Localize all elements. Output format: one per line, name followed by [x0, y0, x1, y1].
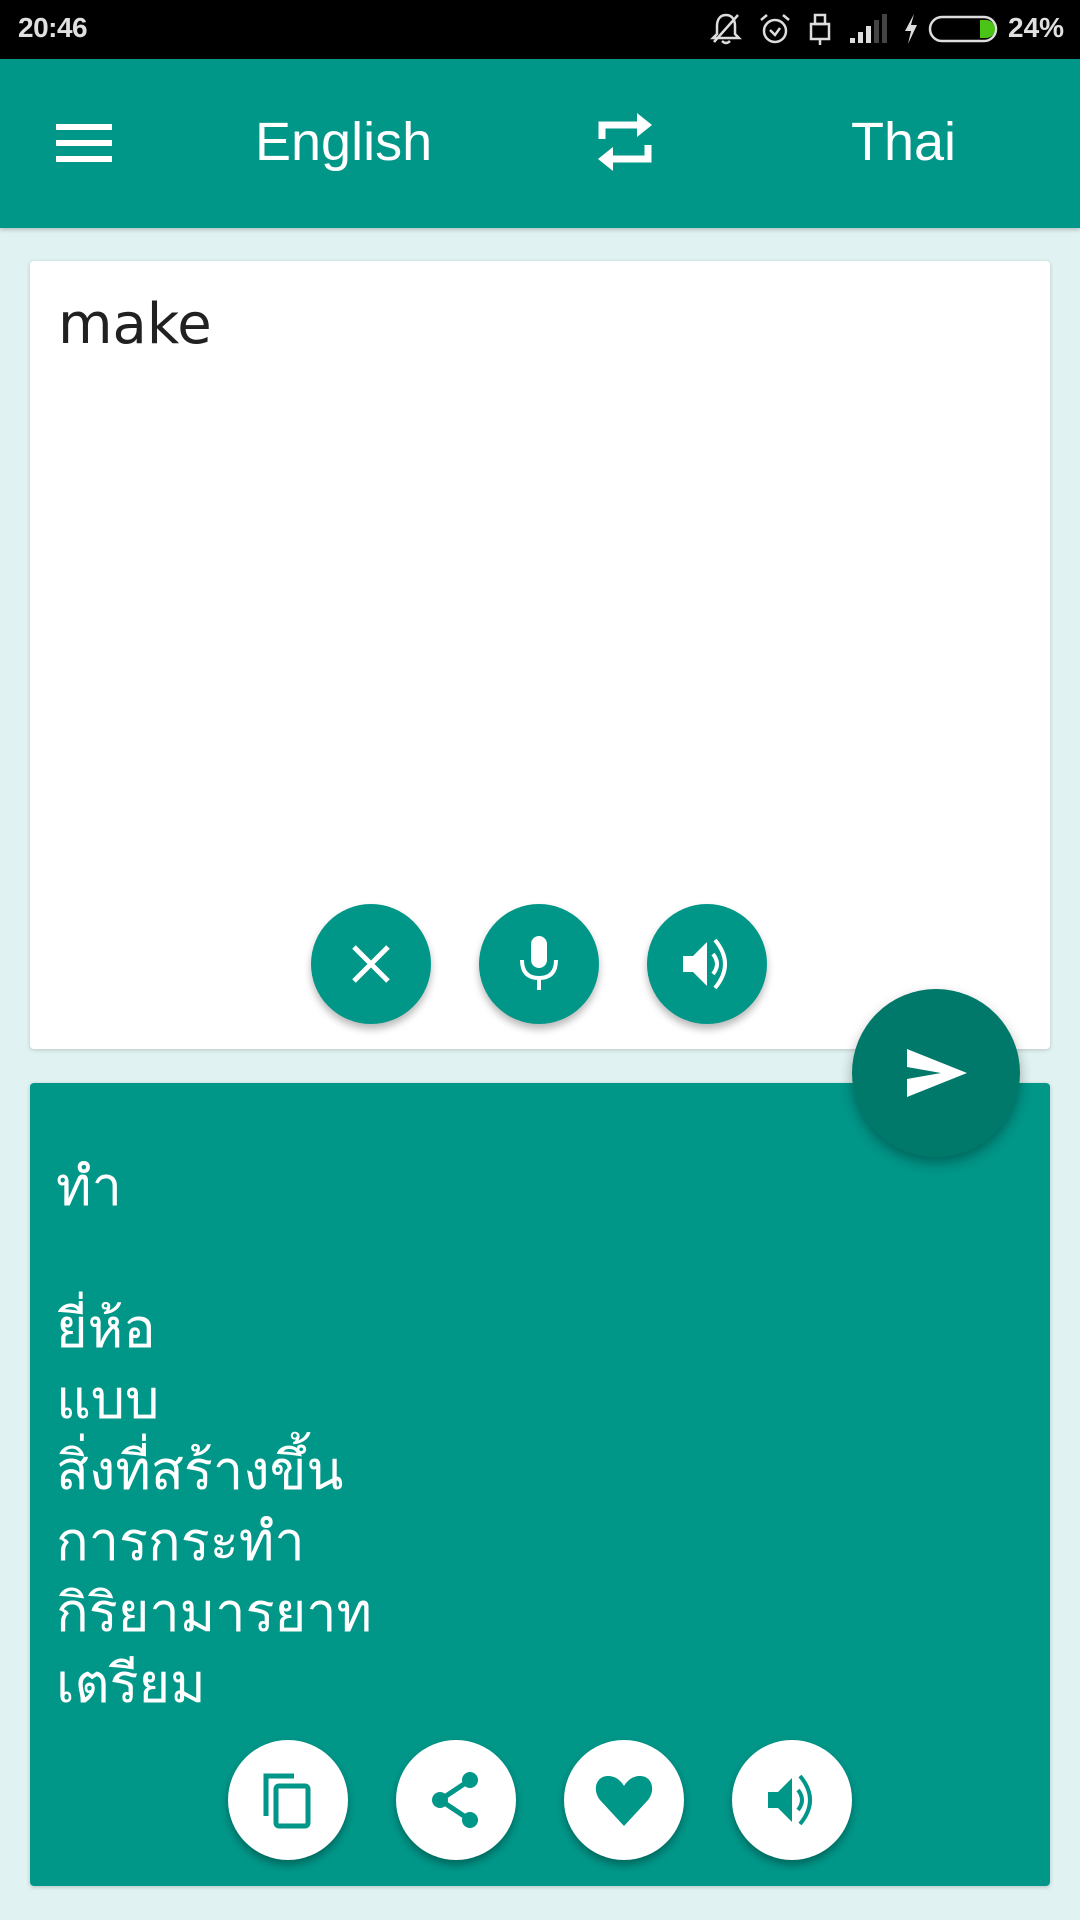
swap-languages-button[interactable] — [590, 105, 660, 179]
alternative-translation: กิริยามารยาท — [56, 1581, 373, 1644]
input-card — [30, 261, 1050, 1049]
menu-button[interactable] — [40, 109, 128, 179]
clear-button[interactable] — [311, 904, 431, 1024]
target-language-selector[interactable]: Thai — [851, 111, 956, 173]
source-language-selector[interactable]: English — [255, 111, 432, 173]
close-icon — [352, 945, 390, 983]
usb-lock-icon — [809, 13, 831, 45]
battery-icon — [928, 15, 998, 43]
copy-icon — [263, 1773, 311, 1829]
microphone-icon — [520, 936, 558, 990]
copy-button[interactable] — [228, 1740, 348, 1860]
share-button[interactable] — [396, 1740, 516, 1860]
status-bar: 20:46 24% — [0, 0, 1080, 59]
alternative-translation: ยี่ห้อ — [56, 1297, 156, 1360]
translation-result: ทำ ยี่ห้อ แบบ สิ่งที่สร้างขึ้น การกระทำ … — [56, 1151, 372, 1719]
speak-input-button[interactable] — [647, 904, 767, 1024]
microphone-button[interactable] — [479, 904, 599, 1024]
speaker-icon — [683, 938, 727, 990]
favorite-button[interactable] — [564, 1740, 684, 1860]
heart-icon — [595, 1776, 653, 1826]
alternative-translation: เตรียม — [56, 1652, 206, 1715]
battery-percent: 24% — [1008, 12, 1065, 43]
translate-button[interactable] — [852, 989, 1020, 1157]
share-icon — [432, 1772, 478, 1828]
source-text-input[interactable] — [56, 291, 1020, 358]
hamburger-menu-icon — [56, 124, 112, 162]
swap-languages-icon — [598, 113, 652, 171]
output-card: ทำ ยี่ห้อ แบบ สิ่งที่สร้างขึ้น การกระทำ … — [30, 1083, 1050, 1886]
charging-bolt-icon — [905, 14, 917, 44]
speak-output-button[interactable] — [732, 1740, 852, 1860]
speaker-icon — [768, 1774, 812, 1826]
primary-translation: ทำ — [56, 1155, 122, 1218]
signal-icon — [850, 14, 887, 43]
alarm-icon — [760, 14, 790, 44]
notifications-off-icon — [710, 13, 742, 45]
status-time: 20:46 — [18, 12, 88, 43]
alternative-translation: สิ่งที่สร้างขึ้น — [56, 1439, 344, 1502]
alternative-translation: การกระทำ — [56, 1510, 305, 1573]
app-bar: English Thai — [0, 59, 1080, 228]
send-icon — [907, 1049, 967, 1097]
alternative-translation: แบบ — [56, 1368, 160, 1431]
